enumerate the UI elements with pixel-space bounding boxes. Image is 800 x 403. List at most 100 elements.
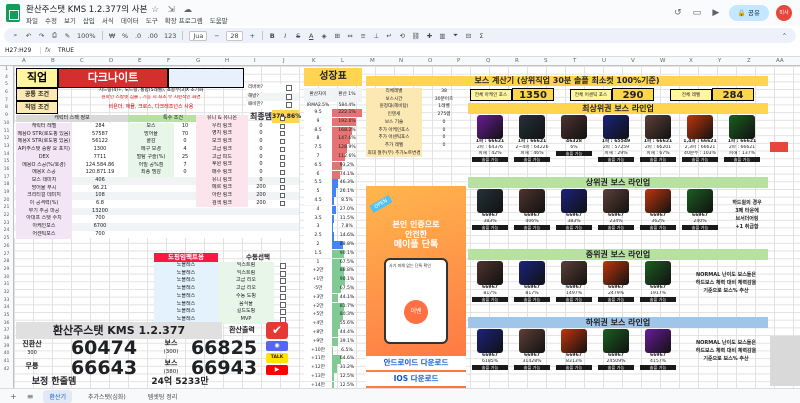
tab-item-setting[interactable]: 템셋팅 정리: [142, 390, 184, 403]
link-value[interactable]: 0: [248, 154, 274, 162]
row-header[interactable]: 37: [0, 327, 13, 335]
chart-icon[interactable]: ▥: [439, 32, 446, 40]
stat-value[interactable]: 284: [72, 123, 128, 131]
youtube-icon[interactable]: ▶: [266, 365, 288, 375]
row-header[interactable]: 31: [0, 281, 13, 289]
checkbox[interactable]: [286, 85, 292, 91]
checkbox[interactable]: [280, 116, 285, 121]
paint-format-icon[interactable]: ✎: [64, 32, 71, 40]
kakaotalk-icon[interactable]: TALK: [266, 353, 288, 363]
currency-icon[interactable]: ₩: [109, 32, 116, 40]
checkbox[interactable]: [280, 131, 285, 137]
column-header[interactable]: Z: [747, 58, 751, 64]
comment-add-icon[interactable]: ✚: [426, 32, 433, 40]
share-button[interactable]: 🔒 공유: [728, 5, 769, 21]
valign-icon[interactable]: ⊥: [373, 32, 380, 40]
param-value[interactable]: 30분이츠: [422, 96, 466, 104]
column-header[interactable]: M: [370, 58, 375, 64]
manual-item[interactable]: 수동 도핑: [218, 292, 274, 301]
special-value[interactable]: 7: [174, 162, 196, 170]
checkbox[interactable]: [280, 200, 285, 206]
history-icon[interactable]: ↺: [672, 7, 684, 19]
boss-card[interactable]: 66967 31428% 솔플 가능: [512, 329, 552, 370]
row-header[interactable]: 4: [0, 74, 13, 82]
text-color-icon[interactable]: A: [308, 32, 315, 40]
link-value[interactable]: 200: [248, 200, 274, 208]
filter-icon[interactable]: ⏷: [452, 31, 459, 40]
menu-item[interactable]: 데이터: [121, 15, 139, 25]
link-value[interactable]: 0: [248, 146, 274, 154]
fill-color-icon[interactable]: ◈: [321, 32, 328, 40]
row-header[interactable]: 26: [0, 243, 13, 251]
row-header[interactable]: 16: [0, 166, 13, 174]
row-header[interactable]: 10: [0, 120, 13, 128]
stat-value[interactable]: 406: [72, 177, 128, 185]
boss-card[interactable]: 1파 : 66621 2~4파 : 64226 피해 : 46% 솔플 가능: [512, 115, 552, 162]
stat-value[interactable]: 96.21: [72, 185, 128, 193]
document-title-text[interactable]: 환산주스탯 KMS 1.2.377의 사본: [26, 5, 147, 15]
decrease-decimal-button[interactable]: .0: [135, 32, 142, 40]
link-value[interactable]: 0: [248, 161, 274, 169]
stat-value[interactable]: 57587: [72, 131, 128, 139]
borders-icon[interactable]: ⊞: [334, 32, 341, 40]
column-header[interactable]: F: [167, 58, 170, 64]
android-download-link[interactable]: 안드로이드 다운로드: [366, 356, 466, 370]
boss-card[interactable]: 66967 24509% 솔플 가능: [596, 329, 636, 370]
boss-card[interactable]: 66967 234% 솔플 가능: [596, 189, 636, 230]
stat-value[interactable]: 700: [72, 231, 128, 239]
checkbox[interactable]: [280, 139, 285, 145]
manual-item[interactable]: 고급 리오: [218, 285, 274, 293]
column-header[interactable]: O: [428, 58, 432, 64]
row-header[interactable]: 41: [0, 358, 13, 366]
percent-button[interactable]: %: [122, 32, 129, 40]
column-header[interactable]: D: [109, 58, 113, 64]
wrap-icon[interactable]: ↵: [386, 32, 393, 40]
checkbox[interactable]: [280, 169, 285, 175]
function-icon[interactable]: Σ: [478, 32, 485, 40]
manual-item[interactable]: 고급 리오: [218, 277, 274, 286]
font-size-plus[interactable]: +: [249, 32, 256, 40]
stat-value[interactable]: 6700: [72, 223, 128, 231]
row-header[interactable]: 9: [0, 112, 13, 120]
row-header[interactable]: 7: [0, 97, 13, 105]
stat-value[interactable]: 124.584.86: [72, 162, 128, 170]
link-value[interactable]: 200: [248, 192, 274, 200]
menu-item[interactable]: 보기: [64, 15, 76, 25]
column-header[interactable]: K: [312, 58, 316, 64]
boss-card[interactable]: 66967 406% 솔플 가능: [512, 189, 552, 230]
link-value[interactable]: 0: [248, 123, 274, 131]
tab-extra-stat[interactable]: 추가스탯(심화): [82, 390, 132, 403]
star-move-cloud-icons[interactable]: ☆ ⇲ ☁: [151, 5, 195, 15]
column-header[interactable]: G: [196, 58, 200, 64]
checkbox[interactable]: [286, 102, 292, 108]
sheet-grid[interactable]: 직업 다크나이트 공통 조건 시드링(4)+, 노드링, 통합(5레벨), 쇼콩…: [14, 66, 800, 388]
list-icon[interactable]: ≡: [27, 392, 34, 401]
dopping-item[interactable]: 노블레스: [154, 300, 218, 309]
column-header[interactable]: Q: [486, 58, 490, 64]
checkbox[interactable]: [280, 123, 285, 129]
boss-card[interactable]: 1파 : 66621 2파 : 66201 피해 : 67% 솔플 가능: [638, 115, 678, 162]
link-value[interactable]: 0: [248, 130, 274, 138]
checkbox[interactable]: [280, 293, 286, 300]
boss-card[interactable]: 66967 2479% 솔플 가능: [596, 261, 636, 302]
menu-item[interactable]: 도움말: [210, 15, 228, 25]
column-header[interactable]: AA: [776, 58, 784, 64]
special-value[interactable]: 4: [174, 146, 196, 154]
row-header[interactable]: 29: [0, 266, 13, 274]
dopping-item[interactable]: 노블레스: [154, 292, 218, 301]
checkbox[interactable]: [280, 193, 285, 198]
boss-card[interactable]: 66967 1917% 솔플 가능: [638, 261, 678, 302]
align-icon[interactable]: ≡: [360, 32, 367, 40]
menu-item[interactable]: 확장 프로그램: [165, 15, 203, 25]
stat-value[interactable]: 1300: [72, 146, 128, 154]
boss-card[interactable]: 1파 : 65549 2파 : 57259 피해 : 29% 솔플 가능: [596, 115, 636, 162]
boss-card[interactable]: 66967 383% 솔플 가능: [470, 189, 510, 230]
param-value[interactable]: 0: [422, 119, 466, 127]
row-header[interactable]: 34: [0, 304, 13, 312]
column-header[interactable]: U: [602, 58, 606, 64]
search-menu-icon[interactable]: ⌕: [12, 31, 19, 40]
param-value[interactable]: 38: [422, 88, 466, 96]
boss-card[interactable]: 66967 817% 솔플 가능: [512, 261, 552, 302]
column-header[interactable]: L: [341, 58, 344, 64]
dopping-item[interactable]: 노블레스: [154, 285, 218, 293]
